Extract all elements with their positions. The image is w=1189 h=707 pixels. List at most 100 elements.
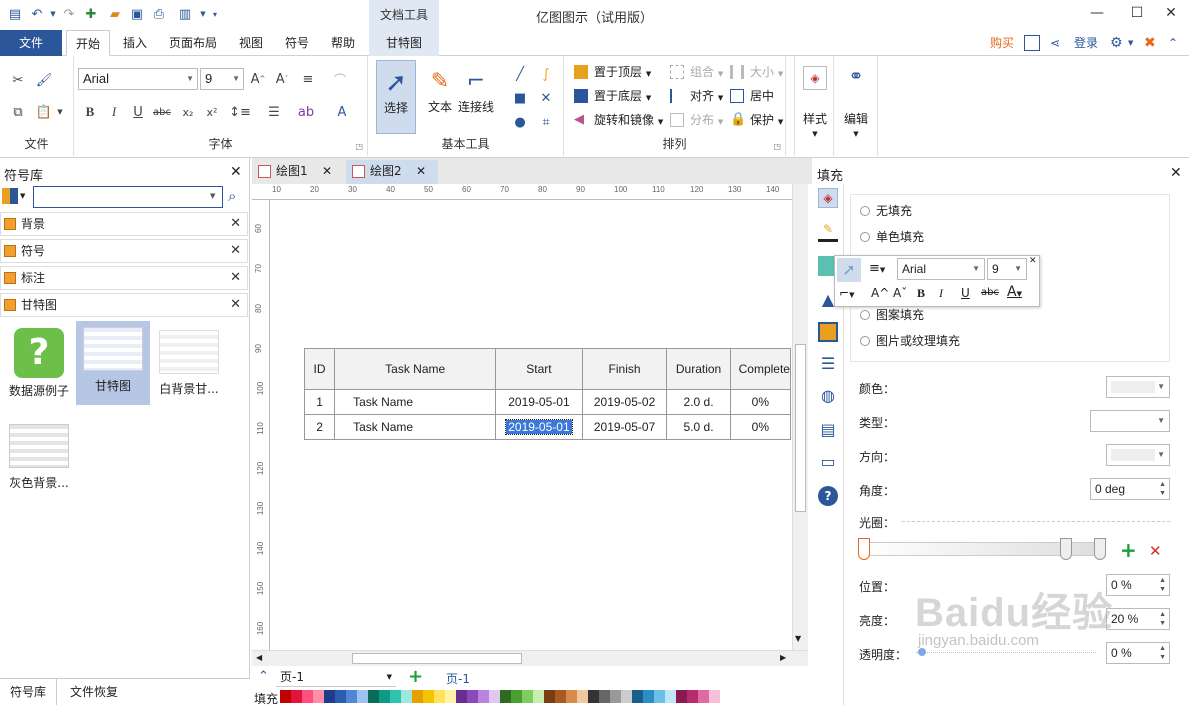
header-duration[interactable]: Duration: [666, 348, 731, 390]
color-swatch[interactable]: [445, 690, 456, 703]
library-tile-white-gantt[interactable]: 白背景甘...: [152, 324, 226, 408]
open-file-icon[interactable]: ▰: [106, 5, 124, 23]
color-swatch[interactable]: [577, 690, 588, 703]
radio-solid-fill[interactable]: 单色填充: [860, 228, 924, 246]
color-swatch[interactable]: [544, 690, 555, 703]
ribbon-group-style[interactable]: ◈ 样式 ▼: [794, 56, 834, 156]
color-swatch[interactable]: [412, 690, 423, 703]
add-page-icon[interactable]: +: [408, 666, 423, 687]
protect-button[interactable]: 🔒 保护 ▼: [728, 110, 783, 130]
connector-tool-button[interactable]: ⌐ 连接线: [456, 60, 496, 134]
color-swatch[interactable]: [357, 690, 368, 703]
library-category-callout[interactable]: 标注 ✕: [0, 266, 248, 290]
gradient-stop-mid[interactable]: [1060, 538, 1072, 560]
copy-icon[interactable]: ⧉: [8, 102, 28, 122]
tab-insert[interactable]: 插入: [116, 30, 154, 56]
color-swatch[interactable]: [313, 690, 324, 703]
tab-file[interactable]: 文件: [0, 30, 62, 56]
page-select[interactable]: 页-1 ▼: [276, 668, 396, 687]
arrange-dialog-launcher-icon[interactable]: ◳: [773, 142, 781, 151]
attachment-panel-icon[interactable]: ▤: [818, 420, 838, 440]
color-swatch[interactable]: [610, 690, 621, 703]
color-swatches[interactable]: [280, 690, 720, 703]
strikethrough-icon[interactable]: abc: [152, 102, 172, 122]
close-category-icon[interactable]: ✕: [230, 294, 241, 316]
text-highlight-icon[interactable]: ab: [296, 102, 316, 122]
settings-gear-icon[interactable]: ⚙: [1110, 34, 1123, 52]
library-menu-dropdown-icon[interactable]: ▼: [20, 192, 25, 200]
paste-dropdown-icon[interactable]: ▼: [50, 102, 70, 122]
tab-gantt[interactable]: 甘特图: [369, 30, 439, 56]
gantt-table[interactable]: ID Task Name Start Finish Duration Compl…: [303, 348, 792, 440]
mini-font-color-icon[interactable]: A▼: [1007, 284, 1022, 300]
mini-strikethrough-icon[interactable]: abc: [981, 287, 999, 298]
color-swatch[interactable]: [654, 690, 665, 703]
close-category-icon[interactable]: ✕: [230, 213, 241, 235]
cell-task-name[interactable]: Task Name: [334, 389, 497, 415]
color-swatch[interactable]: [698, 690, 709, 703]
library-tile-data-source[interactable]: ? 数据源例子: [2, 324, 76, 408]
bullet-list-icon[interactable]: ☰: [264, 102, 284, 122]
save-icon[interactable]: ▣: [128, 5, 146, 23]
color-swatch[interactable]: [588, 690, 599, 703]
close-category-icon[interactable]: ✕: [230, 267, 241, 289]
subscript-icon[interactable]: x₂: [178, 102, 198, 122]
color-swatch[interactable]: [709, 690, 720, 703]
horizontal-scrollbar[interactable]: ◀ ▶: [252, 650, 808, 666]
header-task-name[interactable]: Task Name: [334, 348, 497, 390]
color-swatch[interactable]: [335, 690, 346, 703]
close-fill-panel-icon[interactable]: ✕: [1170, 165, 1182, 181]
buy-link[interactable]: 购买: [990, 34, 1014, 52]
color-swatch[interactable]: [456, 690, 467, 703]
comment-panel-icon[interactable]: ▭: [818, 452, 838, 472]
expand-pages-icon[interactable]: ⌃: [258, 669, 269, 684]
align-button[interactable]: 对齐 ▼: [668, 86, 723, 106]
gradient-stop-left[interactable]: [858, 538, 870, 560]
library-tile-gray-gantt[interactable]: 灰色背景...: [2, 418, 76, 502]
share-screen-icon[interactable]: [1024, 35, 1040, 51]
color-swatch[interactable]: [665, 690, 676, 703]
cell-complete[interactable]: 0%: [729, 414, 792, 440]
scroll-right-icon[interactable]: ▶: [780, 653, 786, 662]
mini-align-icon[interactable]: ≡▼: [869, 261, 885, 276]
minimize-icon[interactable]: —: [1077, 0, 1117, 26]
tab-page-layout[interactable]: 页面布局: [162, 30, 224, 56]
tab-symbol[interactable]: 符号: [278, 30, 316, 56]
font-size-select[interactable]: 9 ▼: [200, 68, 244, 90]
tab-help[interactable]: 帮助: [324, 30, 362, 56]
paragraph-align-icon[interactable]: ≡: [298, 69, 318, 89]
library-search-input[interactable]: [33, 186, 223, 208]
search-icon[interactable]: ⌕: [228, 187, 236, 205]
mini-select-icon[interactable]: ➚: [837, 258, 861, 282]
color-swatch[interactable]: [489, 690, 500, 703]
font-name-select[interactable]: Arial ▼: [78, 68, 198, 90]
cell-start[interactable]: 2019-05-01: [495, 389, 583, 415]
doc-tab-drawing2[interactable]: 绘图2 ✕: [346, 160, 438, 184]
tab-file-recovery[interactable]: 文件恢复: [60, 679, 128, 705]
distribute-button[interactable]: 分布 ▼: [668, 110, 723, 130]
close-category-icon[interactable]: ✕: [230, 240, 241, 262]
tab-home[interactable]: 开始: [66, 30, 110, 56]
connection-point-icon[interactable]: ✕: [536, 88, 556, 108]
add-stop-icon[interactable]: +: [1120, 538, 1137, 562]
bold-icon[interactable]: B: [80, 102, 100, 122]
size-button[interactable]: 大小 ▼: [728, 62, 783, 82]
tab-symbol-library[interactable]: 符号库: [0, 679, 58, 705]
color-swatch[interactable]: [291, 690, 302, 703]
tab-view[interactable]: 视图: [232, 30, 270, 56]
mini-italic-icon[interactable]: I: [939, 286, 943, 301]
mini-bold-icon[interactable]: B: [917, 286, 925, 301]
table-row[interactable]: 2 Task Name 2019-05-01 2019-05-07 5.0 d.…: [303, 414, 792, 440]
font-color-icon[interactable]: A: [332, 102, 352, 122]
library-menu-icon[interactable]: [2, 188, 18, 204]
color-swatch[interactable]: [555, 690, 566, 703]
grow-font-icon[interactable]: A ^: [248, 69, 268, 89]
print-icon[interactable]: ⎙: [150, 5, 168, 23]
library-category-symbol[interactable]: 符号 ✕: [0, 239, 248, 263]
spinner-icon[interactable]: ▲ ▼: [1159, 644, 1166, 662]
drawing-page[interactable]: ID Task Name Start Finish Duration Compl…: [271, 201, 792, 650]
curve-shape-icon[interactable]: ∫: [536, 64, 556, 84]
delete-stop-icon[interactable]: ✕: [1149, 542, 1162, 560]
search-dropdown-icon[interactable]: ▼: [210, 192, 215, 200]
center-button[interactable]: 居中: [728, 86, 774, 106]
